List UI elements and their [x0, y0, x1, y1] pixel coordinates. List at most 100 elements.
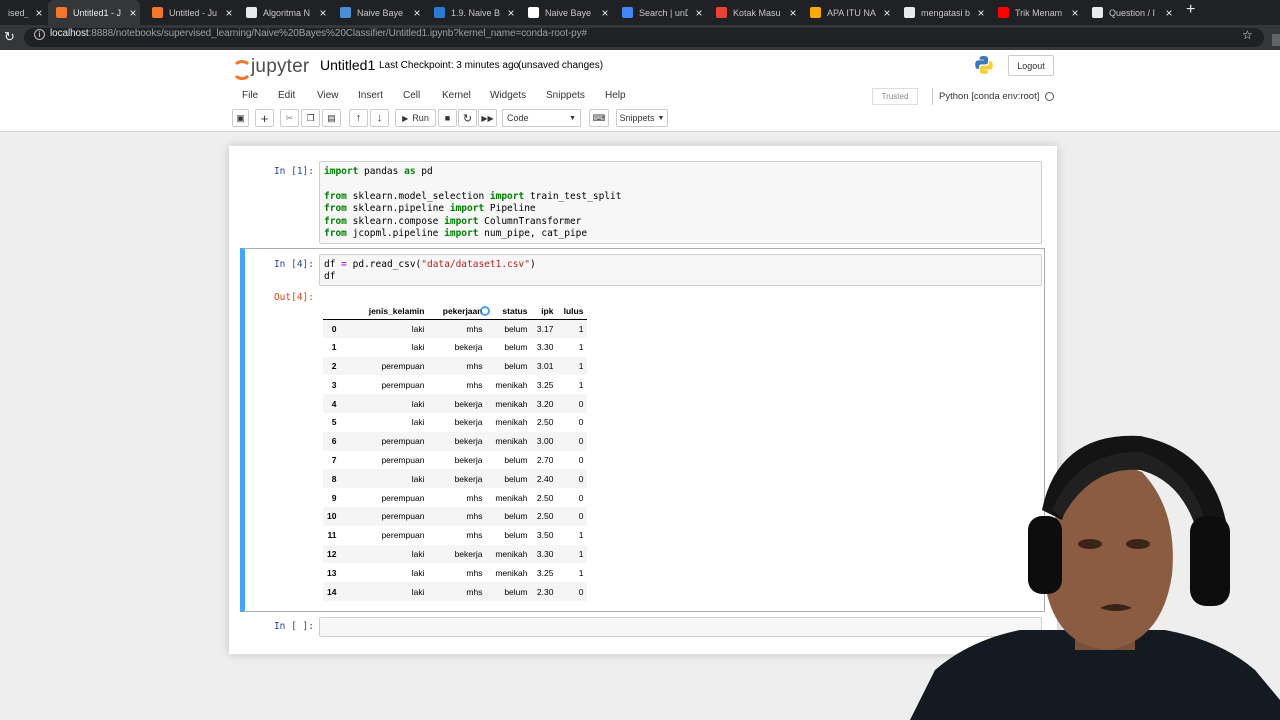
close-tab-icon[interactable]: ×	[410, 6, 424, 20]
table-cell: 0	[557, 469, 588, 489]
table-cell: belum	[486, 356, 532, 376]
close-tab-icon[interactable]: ×	[786, 6, 800, 20]
code-cell-input[interactable]: df = pd.read_csv("data/dataset1.csv") df	[319, 254, 1042, 286]
reload-icon[interactable]: ↻	[4, 29, 15, 45]
code-cell-input[interactable]: import pandas as pd from sklearn.model_s…	[319, 161, 1042, 244]
keyboard-icon[interactable]: ⌨	[589, 109, 609, 127]
menu-cell[interactable]: Cell	[403, 90, 420, 101]
copy-icon[interactable]: ❐	[301, 109, 320, 127]
row-index: 3	[331, 379, 337, 390]
table-header-row: jenis_kelamin pekerjaan status ipk lulus	[323, 303, 588, 320]
move-down-icon[interactable]: ↓	[370, 109, 389, 127]
insert-cell-icon[interactable]: +	[255, 109, 274, 127]
browser-tab[interactable]: mengatasi b ×	[896, 0, 988, 25]
run-button[interactable]: ▶ Run	[395, 109, 436, 127]
fast-forward-icon[interactable]: ▶▶	[478, 109, 497, 127]
menu-edit[interactable]: Edit	[278, 90, 295, 101]
jupyter-icon	[56, 7, 67, 18]
table-cell: menikah	[495, 379, 528, 390]
close-tab-icon[interactable]: ×	[32, 6, 46, 20]
google-icon	[904, 7, 915, 18]
table-cell: 2.30	[531, 582, 558, 601]
snippets-label: Snippets	[619, 113, 655, 123]
table-row: 8 laki bekerja belum 2.40 0	[323, 469, 588, 489]
row-index: 0	[323, 319, 341, 338]
table-cell: 3.50	[536, 530, 554, 541]
browser-tab[interactable]: Algoritma N ×	[238, 0, 330, 25]
menu-help[interactable]: Help	[605, 90, 626, 101]
notebook-name[interactable]: Untitled1	[320, 57, 375, 73]
browser-tab[interactable]: Naive Baye ×	[332, 0, 424, 25]
table-cell: mhs	[428, 582, 487, 601]
menu-bar: File Edit View Insert Cell Kernel Widget…	[232, 86, 1056, 108]
close-tab-icon[interactable]: ×	[316, 6, 330, 20]
table-cell: 1	[578, 530, 584, 541]
table-cell: laki	[411, 417, 425, 428]
close-tab-icon[interactable]: ×	[692, 6, 706, 20]
menu-view[interactable]: View	[317, 90, 339, 101]
close-tab-icon[interactable]: ×	[222, 6, 236, 20]
table-cell: mhs	[466, 530, 483, 541]
browser-tab[interactable]: Untitled1 - J ×	[48, 0, 140, 25]
table-cell: 3.20	[531, 394, 558, 413]
restart-icon[interactable]: ↻	[458, 109, 477, 127]
site-info-icon[interactable]: i	[34, 29, 45, 40]
close-tab-icon[interactable]: ×	[504, 6, 518, 20]
browser-tab[interactable]: 1.9. Naive B ×	[426, 0, 518, 25]
row-index: 7	[331, 454, 337, 465]
cut-icon[interactable]: ✂	[280, 109, 299, 127]
github-icon	[1092, 7, 1103, 18]
move-up-icon[interactable]: ↑	[349, 109, 368, 127]
menu-snippets[interactable]: Snippets	[546, 90, 585, 101]
browser-tab[interactable]: Naive Baye ×	[520, 0, 612, 25]
profile-icon[interactable]	[1272, 34, 1280, 46]
menu-file[interactable]: File	[242, 90, 258, 101]
table-row: 13 laki mhs menikah 3.25 1	[323, 563, 587, 582]
menu-insert[interactable]: Insert	[358, 90, 383, 101]
menu-widgets[interactable]: Widgets	[490, 90, 526, 101]
table-row: 0 laki mhs belum 3.17 1	[323, 319, 588, 338]
logout-button[interactable]: Logout	[1008, 55, 1054, 76]
save-icon[interactable]: ▣	[232, 109, 249, 127]
kernel-idle-icon	[1045, 92, 1055, 101]
tab-title: Untitled - Ju	[169, 7, 218, 18]
table-cell: mhs	[466, 567, 483, 578]
trusted-badge[interactable]: Trusted	[872, 88, 918, 105]
row-index: 4	[323, 394, 341, 413]
cell-type-select[interactable]: Code ▼	[502, 109, 581, 127]
table-cell: perempuan	[381, 492, 425, 503]
run-icon: ▶	[402, 113, 409, 123]
browser-tab[interactable]: Question / I ×	[1084, 0, 1176, 25]
autosave-status: (unsaved changes)	[518, 60, 604, 71]
new-tab-button[interactable]: +	[1186, 1, 1195, 19]
table-row: 14 laki mhs belum 2.30 0	[323, 582, 588, 601]
close-tab-icon[interactable]: ×	[880, 6, 894, 20]
close-tab-icon[interactable]: ×	[598, 6, 612, 20]
browser-tab[interactable]: Untitled - Ju ×	[144, 0, 236, 25]
close-tab-icon[interactable]: ×	[1068, 6, 1082, 20]
tab-title: Naive Baye	[357, 7, 404, 18]
browser-tab[interactable]: ised_ ×	[0, 0, 46, 25]
site-icon	[434, 7, 445, 18]
table-row: 1 laki bekerja belum 3.30 1	[323, 338, 587, 357]
table-cell: belum	[504, 454, 528, 465]
url-text[interactable]: localhost:8888/notebooks/supervised_lear…	[50, 28, 587, 39]
browser-tab[interactable]: Kotak Masu ×	[708, 0, 800, 25]
table-cell: menikah	[495, 567, 528, 578]
stop-icon[interactable]: ■	[438, 109, 457, 127]
browser-tab[interactable]: APA ITU NA ×	[802, 0, 894, 25]
run-label: Run	[412, 113, 429, 123]
menu-kernel[interactable]: Kernel	[442, 90, 471, 101]
checkpoint-status: Last Checkpoint: 3 minutes ago	[379, 60, 520, 71]
close-tab-icon[interactable]: ×	[1162, 6, 1176, 20]
paste-icon[interactable]: ▤	[322, 109, 341, 127]
close-tab-icon[interactable]: ×	[126, 6, 140, 20]
bookmark-star-icon[interactable]: ☆	[1242, 28, 1253, 42]
snippets-dropdown[interactable]: Snippets ▼	[616, 109, 668, 127]
table-cell: 1	[557, 319, 588, 338]
browser-tab[interactable]: Trik Menam ×	[990, 0, 1082, 25]
close-tab-icon[interactable]: ×	[974, 6, 988, 20]
jupyter-logo[interactable]: jupyter	[232, 56, 309, 80]
table-cell: belum	[504, 530, 528, 541]
browser-tab[interactable]: Search | unD ×	[614, 0, 706, 25]
